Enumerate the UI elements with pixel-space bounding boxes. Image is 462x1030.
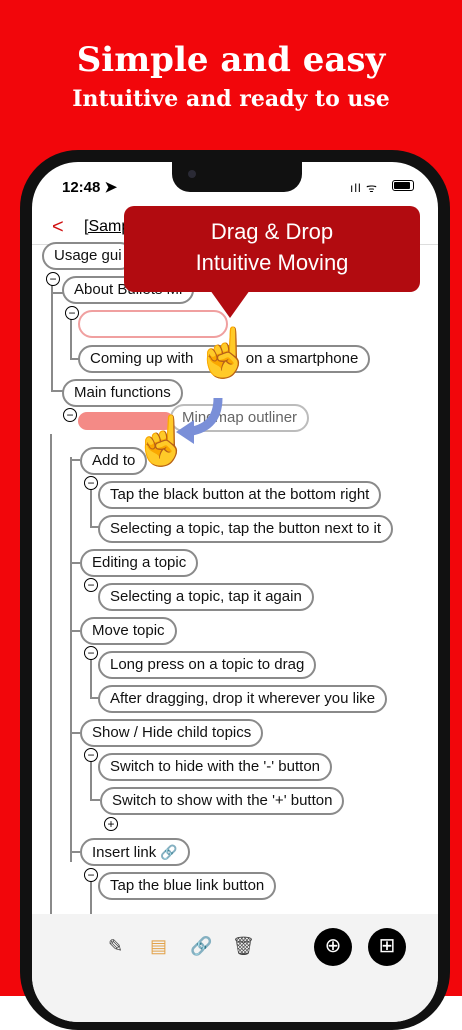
- connector-line: [70, 314, 72, 360]
- topic-tap-black[interactable]: Tap the black button at the bottom right: [98, 481, 382, 509]
- collapse-toggle[interactable]: −: [84, 476, 98, 490]
- collapse-toggle[interactable]: −: [84, 748, 98, 762]
- topic-move[interactable]: Move topic: [80, 617, 177, 645]
- collapse-toggle[interactable]: −: [84, 578, 98, 592]
- callout-line-2: Intuitive Moving: [195, 250, 349, 275]
- topic-main-functions[interactable]: Main functions: [62, 379, 183, 407]
- document-icon[interactable]: ▤: [150, 936, 167, 957]
- topic-coming-up-label: Coming up with: [90, 350, 194, 367]
- connector-line: [70, 732, 80, 734]
- connector-line: [51, 292, 63, 294]
- topic-show-hide[interactable]: Show / Hide child topics: [80, 719, 264, 747]
- connector-line: [70, 562, 80, 564]
- topic-usage-guide[interactable]: Usage gui: [42, 242, 134, 270]
- trash-icon[interactable]: 🗑: [232, 936, 255, 957]
- topic-coming-up-tail: on a smartphone: [245, 350, 359, 367]
- promo-title: Simple and easy: [76, 40, 386, 80]
- hand-pointer-gray-icon: ☝: [194, 327, 254, 380]
- topic-switch-show[interactable]: Switch to show with the '+' button: [100, 787, 345, 815]
- link-add-icon[interactable]: 🔗: [190, 936, 212, 957]
- edit-icon[interactable]: ✎: [108, 936, 123, 957]
- collapse-toggle[interactable]: −: [84, 868, 98, 882]
- phone-screen: 12:48 ➤ ıll ᯤ < [Samp Usage gui − About …: [32, 162, 438, 1022]
- topic-select-again[interactable]: Selecting a topic, tap it again: [98, 583, 314, 611]
- callout-line-1: Drag & Drop: [210, 219, 334, 244]
- topic-after-drag[interactable]: After dragging, drop it wherever you lik…: [98, 685, 388, 713]
- connector-line: [70, 630, 80, 632]
- add-child-topic-button[interactable]: ⊕: [314, 928, 352, 966]
- add-sibling-topic-button[interactable]: ⊞: [368, 928, 406, 966]
- link-icon: 🔗: [160, 844, 178, 860]
- connector-line: [50, 434, 52, 914]
- hand-pointer-dark-icon: ☝: [132, 415, 192, 468]
- bottom-toolbar: ✎ ▤ 🔗 🗑 ⊕ ⊞: [32, 914, 438, 1022]
- expand-toggle[interactable]: +: [104, 817, 118, 831]
- connector-line: [70, 457, 72, 862]
- collapse-toggle[interactable]: −: [65, 306, 79, 320]
- topic-switch-hide[interactable]: Switch to hide with the '-' button: [98, 753, 333, 781]
- topic-select-next[interactable]: Selecting a topic, tap the button next t…: [98, 515, 394, 543]
- collapse-toggle[interactable]: −: [63, 408, 77, 422]
- phone-frame: 12:48 ➤ ıll ᯤ < [Samp Usage gui − About …: [20, 150, 450, 1030]
- collapse-toggle[interactable]: −: [46, 272, 60, 286]
- topic-long-press[interactable]: Long press on a topic to drag: [98, 651, 317, 679]
- drag-drop-callout: Drag & Drop Intuitive Moving: [124, 206, 420, 292]
- connector-line: [90, 799, 100, 801]
- topic-tap-blue[interactable]: Tap the blue link button: [98, 872, 277, 900]
- connector-line: [51, 280, 53, 392]
- collapse-toggle[interactable]: −: [84, 646, 98, 660]
- callout-tail: [210, 290, 250, 318]
- topic-insert-link-label: Insert link: [92, 844, 157, 861]
- promo-subtitle: Intuitive and ready to use: [72, 86, 390, 112]
- connector-line: [70, 459, 80, 461]
- topic-editing[interactable]: Editing a topic: [80, 549, 199, 577]
- topic-insert-link[interactable]: Insert link 🔗: [80, 838, 190, 866]
- connector-line: [70, 851, 80, 853]
